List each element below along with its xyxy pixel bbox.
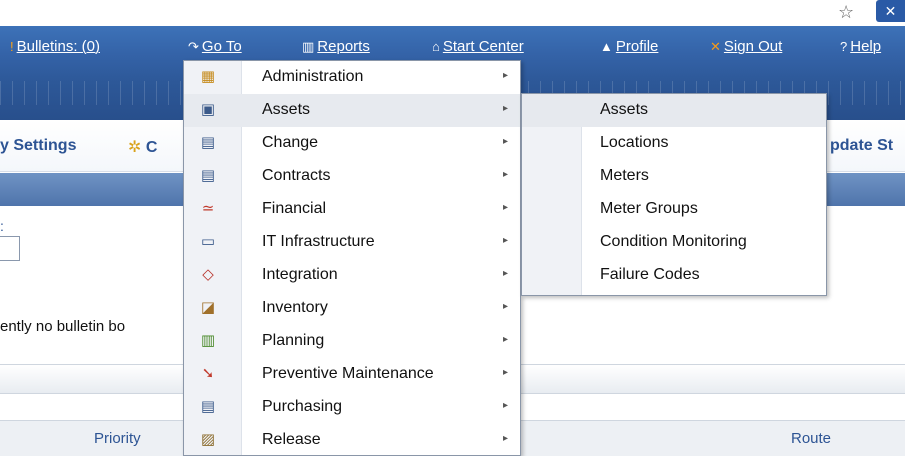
nav-reports-label: Reports	[317, 38, 370, 55]
submenu-arrow-icon: ▸	[503, 70, 509, 81]
menu-item-assets[interactable]: ▣ Assets ▸	[184, 94, 520, 127]
submenu-arrow-icon: ▸	[503, 400, 509, 411]
x-icon[interactable]: ✕	[876, 0, 905, 22]
nav-help[interactable]: ? Help	[840, 35, 881, 59]
submenu-item-failure-codes[interactable]: Failure Codes	[522, 259, 826, 292]
home-icon: ⌂	[432, 39, 440, 54]
submenu-item-label: Meters	[600, 167, 649, 184]
menu-item-label: Release	[262, 431, 321, 448]
integration-icon: ◇	[202, 266, 214, 283]
bulletin-icon: !	[10, 39, 14, 54]
menu-item-label: Change	[262, 134, 319, 151]
nav-start-center[interactable]: ⌂ Start Center	[432, 35, 524, 59]
field-label: :	[0, 218, 4, 234]
nav-profile-label: Profile	[615, 38, 659, 55]
nav-goto[interactable]: ↷ Go To	[188, 35, 242, 59]
financial-icon: ≃	[201, 200, 215, 217]
submenu-item-label: Assets	[600, 101, 649, 118]
menu-item-release[interactable]: ▨ Release ▸	[184, 424, 520, 456]
menu-item-planning[interactable]: ▥ Planning ▸	[184, 325, 520, 358]
menu-item-preventive-maintenance[interactable]: ➘ Preventive Maintenance ▸	[184, 358, 520, 391]
menu-item-administration[interactable]: ▦ Administration ▸	[184, 61, 520, 94]
inventory-icon: ◪	[200, 299, 216, 316]
submenu-item-label: Failure Codes	[600, 266, 700, 283]
menu-item-it-infrastructure[interactable]: ▭ IT Infrastructure ▸	[184, 226, 520, 259]
help-icon: ?	[840, 39, 848, 54]
menu-item-label: Preventive Maintenance	[262, 365, 434, 382]
text-input[interactable]	[0, 236, 20, 261]
administration-icon: ▦	[200, 68, 216, 85]
column-header-priority[interactable]: Priority	[94, 430, 141, 447]
goto-menu: ▦ Administration ▸ ▣ Assets ▸ ▤ Change ▸…	[183, 60, 521, 456]
submenu-item-locations[interactable]: Locations	[522, 127, 826, 160]
sign-out-icon: ✕	[710, 39, 721, 54]
nav-help-label: Help	[850, 38, 882, 55]
nav-bulletins[interactable]: ! Bulletins: (0)	[10, 35, 100, 59]
submenu-arrow-icon: ▸	[503, 202, 509, 213]
menu-item-contracts[interactable]: ▤ Contracts ▸	[184, 160, 520, 193]
submenu-item-label: Condition Monitoring	[600, 233, 747, 250]
menu-item-inventory[interactable]: ◪ Inventory ▸	[184, 292, 520, 325]
menu-item-label: Financial	[262, 200, 327, 217]
menu-item-label: Purchasing	[262, 398, 343, 415]
submenu-item-label: Locations	[600, 134, 669, 151]
star-icon[interactable]: ☆	[838, 2, 854, 23]
submenu-item-label: Meter Groups	[600, 200, 698, 217]
release-icon: ▨	[200, 431, 216, 448]
planning-icon: ▥	[200, 332, 216, 349]
menu-item-label: Integration	[262, 266, 338, 283]
menu-item-label: Administration	[262, 68, 364, 85]
toolbar-icon-link[interactable]: ✲ C	[128, 137, 157, 157]
submenu-arrow-icon: ▸	[503, 334, 509, 345]
profile-icon: ▲	[600, 39, 613, 54]
submenu-arrow-icon: ▸	[503, 367, 509, 378]
purchasing-icon: ▤	[200, 398, 216, 415]
bulletin-message: ently no bulletin bo	[0, 318, 126, 335]
submenu-item-condition-monitoring[interactable]: Condition Monitoring	[522, 226, 826, 259]
assets-submenu: Assets Locations Meters Meter Groups Con…	[521, 93, 827, 296]
submenu-arrow-icon: ▸	[503, 433, 509, 444]
toolbar-settings-link[interactable]: y Settings	[0, 137, 76, 155]
nav-bulletins-label: Bulletins: (0)	[16, 38, 100, 55]
menu-item-financial[interactable]: ≃ Financial ▸	[184, 193, 520, 226]
menu-item-integration[interactable]: ◇ Integration ▸	[184, 259, 520, 292]
nav-goto-label: Go To	[201, 38, 242, 55]
reports-icon: ▥	[302, 39, 315, 54]
toolbar-middle-label: C	[145, 139, 158, 156]
toolbar-app-icon: ✲	[128, 139, 142, 156]
menu-item-purchasing[interactable]: ▤ Purchasing ▸	[184, 391, 520, 424]
nav-profile[interactable]: ▲ Profile	[600, 35, 658, 59]
goto-arrow-icon: ↷	[188, 39, 199, 54]
nav-sign-out-label: Sign Out	[723, 38, 783, 55]
menu-item-label: Planning	[262, 332, 325, 349]
submenu-arrow-icon: ▸	[503, 301, 509, 312]
toolbar-update-link[interactable]: pdate St	[830, 137, 893, 155]
submenu-arrow-icon: ▸	[503, 136, 509, 147]
submenu-arrow-icon: ▸	[503, 235, 509, 246]
submenu-item-meter-groups[interactable]: Meter Groups	[522, 193, 826, 226]
column-header-route[interactable]: Route	[791, 430, 831, 447]
menu-item-label: Contracts	[262, 167, 331, 184]
preventive-maintenance-icon: ➘	[201, 365, 215, 382]
menu-item-label: Assets	[262, 101, 311, 118]
submenu-arrow-icon: ▸	[503, 103, 509, 114]
menu-item-label: Inventory	[262, 299, 328, 316]
assets-icon: ▣	[200, 101, 216, 118]
nav-sign-out[interactable]: ✕ Sign Out	[710, 35, 782, 59]
nav-start-center-label: Start Center	[442, 38, 524, 55]
menu-item-label: IT Infrastructure	[262, 233, 375, 250]
it-infrastructure-icon: ▭	[200, 233, 216, 250]
browser-chrome: ☆ ✕	[0, 0, 905, 26]
nav-reports[interactable]: ▥ Reports	[302, 35, 370, 59]
menu-item-change[interactable]: ▤ Change ▸	[184, 127, 520, 160]
top-nav: ! Bulletins: (0) ↷ Go To ▥ Reports ⌂ Start C…	[0, 35, 905, 59]
submenu-item-meters[interactable]: Meters	[522, 160, 826, 193]
submenu-arrow-icon: ▸	[503, 169, 509, 180]
submenu-item-assets[interactable]: Assets	[522, 94, 826, 127]
contracts-icon: ▤	[200, 167, 216, 184]
submenu-arrow-icon: ▸	[503, 268, 509, 279]
change-icon: ▤	[200, 134, 216, 151]
